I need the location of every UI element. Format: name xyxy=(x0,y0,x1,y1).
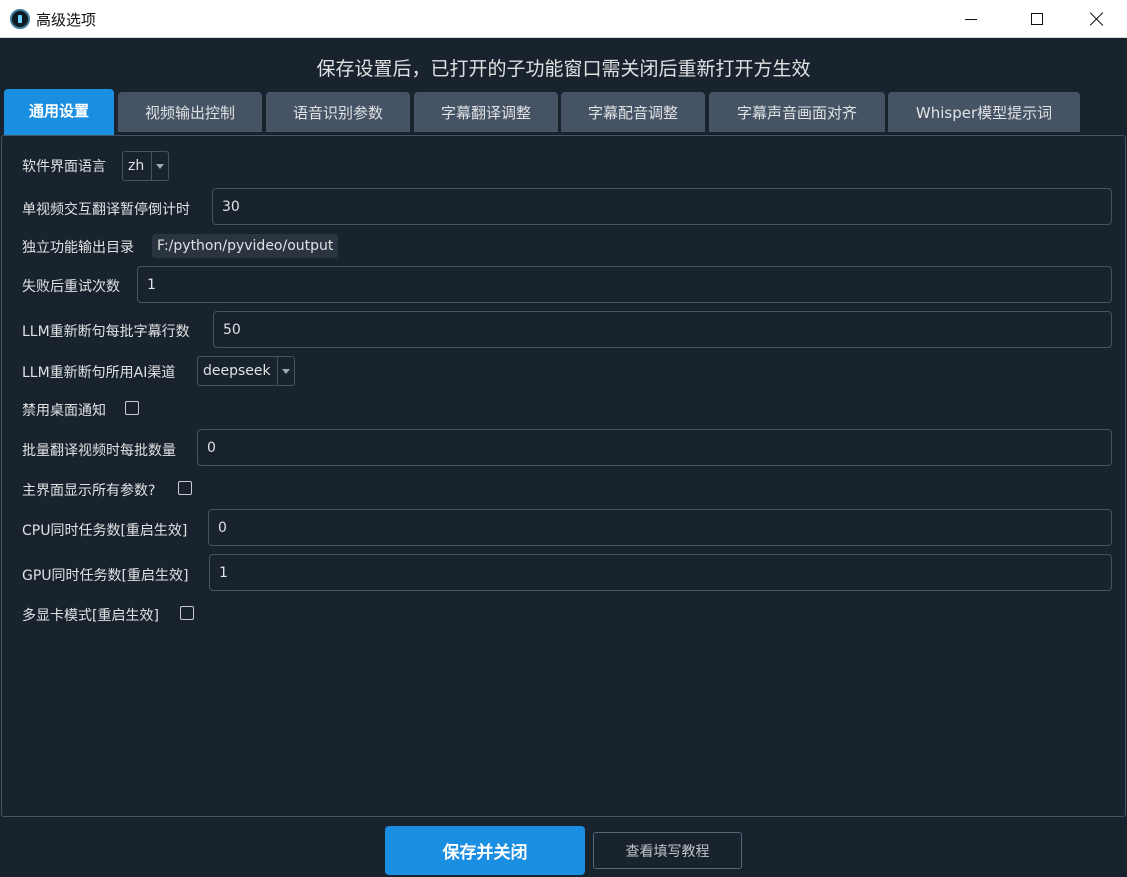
view-tutorial-button[interactable]: 查看填写教程 xyxy=(593,832,742,869)
batch-count-input[interactable]: 0 xyxy=(197,429,1112,466)
notice-text: 保存设置后，已打开的子功能窗口需关闭后重新打开方生效 xyxy=(316,58,811,80)
tab-general[interactable]: 通用设置 xyxy=(4,89,114,135)
cpu-tasks-label: CPU同时任务数[重启生效] xyxy=(22,523,188,539)
maximize-icon xyxy=(1031,13,1043,25)
pause-countdown-label: 单视频交互翻译暂停倒计时 xyxy=(22,202,190,218)
output-dir-value[interactable]: F:/python/pyvideo/output xyxy=(152,234,339,258)
pause-countdown-input[interactable]: 30 xyxy=(212,188,1112,225)
show-all-params-label: 主界面显示所有参数? xyxy=(22,483,156,499)
chevron-down-icon xyxy=(151,152,168,180)
ui-language-value: zh xyxy=(128,158,145,174)
retry-count-label: 失败后重试次数 xyxy=(22,279,120,295)
minimize-button[interactable] xyxy=(942,0,1000,38)
general-settings-panel: 软件界面语言 zh 单视频交互翻译暂停倒计时 30 独立功能输出目录 F:/py… xyxy=(1,135,1126,817)
app-icon xyxy=(10,9,30,29)
llm-channel-label: LLM重新断句所用AI渠道 xyxy=(22,365,176,381)
retry-count-input[interactable]: 1 xyxy=(137,266,1112,303)
llm-batch-lines-input[interactable]: 50 xyxy=(213,311,1112,348)
title-bar: 高级选项 xyxy=(0,0,1127,38)
ui-language-label: 软件界面语言 xyxy=(22,159,106,175)
tab-video-output[interactable]: 视频输出控制 xyxy=(118,92,262,132)
window-title: 高级选项 xyxy=(36,11,97,29)
llm-channel-select[interactable]: deepseek xyxy=(197,356,295,386)
tab-av-alignment[interactable]: 字幕声音画面对齐 xyxy=(709,92,885,132)
multi-gpu-checkbox[interactable] xyxy=(180,606,194,620)
disable-notify-checkbox[interactable] xyxy=(125,401,139,415)
llm-channel-value: deepseek xyxy=(203,363,271,379)
minimize-icon xyxy=(965,18,977,20)
tab-whisper-prompt[interactable]: Whisper模型提示词 xyxy=(888,92,1080,132)
save-and-close-button[interactable]: 保存并关闭 xyxy=(385,826,585,875)
output-dir-label: 独立功能输出目录 xyxy=(22,240,134,256)
maximize-button[interactable] xyxy=(1008,0,1066,38)
tab-speech-recognition[interactable]: 语音识别参数 xyxy=(266,92,410,132)
tab-subtitle-translation[interactable]: 字幕翻译调整 xyxy=(414,92,558,132)
chevron-down-icon xyxy=(277,357,294,385)
close-button[interactable] xyxy=(1068,0,1126,38)
gpu-tasks-input[interactable]: 1 xyxy=(209,554,1112,591)
disable-notify-label: 禁用桌面通知 xyxy=(22,403,106,419)
multi-gpu-label: 多显卡模式[重启生效] xyxy=(22,608,159,624)
cpu-tasks-input[interactable]: 0 xyxy=(208,509,1112,546)
llm-batch-lines-label: LLM重新断句每批字幕行数 xyxy=(22,324,190,340)
tab-subtitle-dubbing[interactable]: 字幕配音调整 xyxy=(561,92,705,132)
batch-count-label: 批量翻译视频时每批数量 xyxy=(22,443,176,459)
close-icon xyxy=(1090,12,1104,26)
ui-language-select[interactable]: zh xyxy=(122,151,169,181)
show-all-params-checkbox[interactable] xyxy=(178,481,192,495)
gpu-tasks-label: GPU同时任务数[重启生效] xyxy=(22,568,189,584)
